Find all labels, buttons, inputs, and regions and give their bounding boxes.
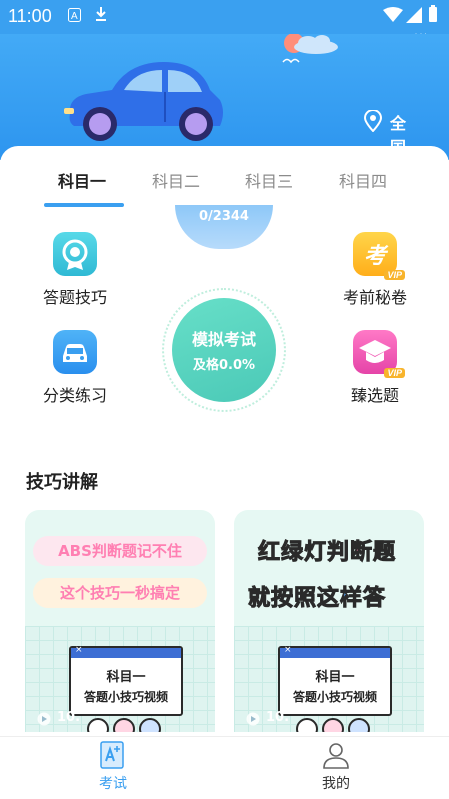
- video-board: × 科目一 答题小技巧视频: [278, 645, 392, 716]
- video-board: × 科目一 答题小技巧视频: [69, 645, 183, 716]
- answer-tips-label: 答题技巧: [42, 288, 107, 307]
- section-title: 技巧讲解: [26, 472, 98, 493]
- signal-icon: [406, 7, 422, 27]
- play-icon: [37, 711, 51, 730]
- download-icon: [94, 6, 108, 26]
- board-line1: 科目一: [106, 670, 146, 685]
- board-line1: 科目一: [315, 670, 355, 685]
- progress-count: 0/2344: [199, 209, 249, 224]
- status-bar: 11:00 A bklg: [0, 0, 449, 42]
- mock-exam-button[interactable]: 模拟考试 及格0.0%: [172, 298, 276, 402]
- answer-tips-button[interactable]: 答题技巧: [27, 232, 123, 308]
- category-practice-label: 分类练习: [42, 386, 107, 405]
- svg-text:A: A: [71, 11, 78, 22]
- video-card[interactable]: 红绿灯判断题 就按照这样答 × 科目一 答题小技巧视频 10.: [234, 510, 424, 732]
- video-title-line2: 就按照这样答: [247, 586, 387, 612]
- user-icon: [322, 741, 350, 773]
- exam-doc-icon: [99, 741, 127, 773]
- pre-exam-papers-button[interactable]: 考 VIP 考前秘卷: [327, 232, 423, 308]
- pre-exam-papers-label: 考前秘卷: [342, 288, 407, 307]
- exam-book-glyph: 考: [363, 244, 386, 269]
- sun-cloud-icon: [284, 34, 338, 54]
- video-title-line1: ABS判断题记不住: [33, 536, 207, 566]
- mock-exam-title: 模拟考试: [191, 330, 256, 349]
- bottom-navigation: 考试 我的: [0, 736, 449, 799]
- board-close-icon: ×: [284, 645, 292, 655]
- selected-questions-button[interactable]: VIP 臻选题: [327, 330, 423, 406]
- header-banner: 全国: [0, 34, 449, 160]
- car-icon: [53, 330, 97, 374]
- car-illustration: [64, 62, 223, 141]
- board-close-icon: ×: [75, 645, 83, 655]
- video-duration: 10.: [266, 710, 290, 725]
- tab-indicator: [44, 203, 124, 207]
- notification-a-icon: A: [68, 7, 81, 26]
- tab-subject-3[interactable]: 科目三: [245, 168, 293, 192]
- vip-badge: VIP: [384, 270, 405, 280]
- video-title-line2: 这个技巧一秒搞定: [33, 578, 207, 608]
- tab-subject-1[interactable]: 科目一: [58, 168, 106, 192]
- play-icon: [246, 711, 260, 730]
- location-pin-icon: [363, 109, 383, 136]
- exam-book-icon: 考 VIP: [353, 232, 405, 280]
- status-time: 11:00: [8, 6, 52, 26]
- nav-exam-label: 考试: [99, 776, 127, 792]
- badge-icon: [53, 232, 97, 276]
- board-line2: 答题小技巧视频: [292, 690, 377, 704]
- video-title-line1: 红绿灯判断题: [257, 540, 397, 566]
- category-practice-button[interactable]: 分类练习: [27, 330, 123, 406]
- battery-icon: [428, 5, 438, 27]
- nav-mine-label: 我的: [322, 776, 350, 792]
- bird-icon: [282, 58, 300, 64]
- vip-badge: VIP: [384, 368, 405, 378]
- video-duration: 10.: [57, 710, 81, 725]
- mock-exam-pass-rate: 及格0.0%: [192, 358, 256, 373]
- wifi-icon: [383, 7, 403, 27]
- graduation-cap-icon: VIP: [353, 330, 405, 378]
- board-line2: 答题小技巧视频: [83, 690, 168, 704]
- selected-questions-label: 臻选题: [350, 386, 399, 405]
- tab-subject-2[interactable]: 科目二: [152, 168, 200, 192]
- tab-subject-4[interactable]: 科目四: [339, 168, 387, 192]
- video-card[interactable]: ABS判断题记不住 这个技巧一秒搞定 × 科目一 答题小技巧视频 10.: [25, 510, 215, 732]
